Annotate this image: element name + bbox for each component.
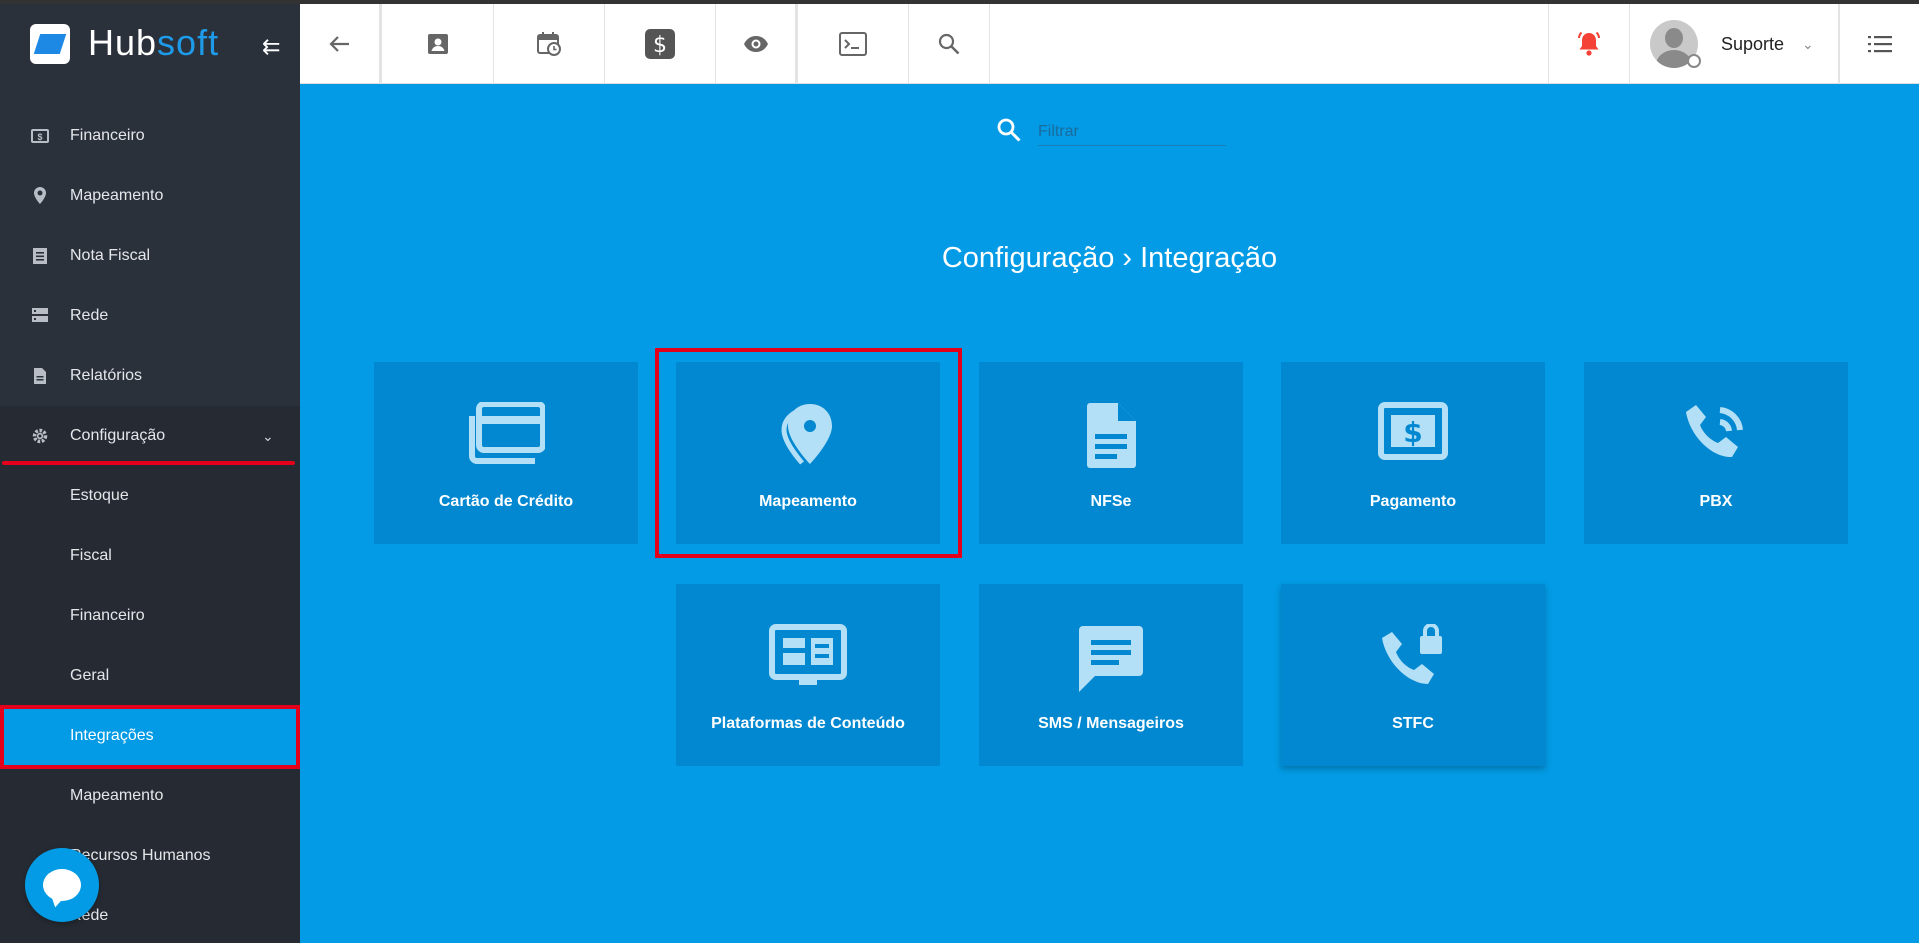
sidebar-subitem-geral[interactable]: Geral (0, 646, 300, 706)
tile-nfse[interactable]: NFSe (979, 362, 1243, 544)
calendar-button[interactable] (494, 4, 605, 84)
sidebar-item-label: Estoque (70, 487, 129, 504)
svg-text:$: $ (1403, 416, 1422, 449)
financial-button[interactable]: $ (605, 4, 716, 84)
money-icon: $ (30, 126, 50, 146)
sidebar-item-label: Fiscal (70, 547, 112, 564)
sidebar-subitem-estoque[interactable]: Estoque (0, 466, 300, 526)
sidebar-item-label: Financeiro (70, 127, 145, 144)
sidebar-item-relatorios[interactable]: Relatórios (0, 346, 300, 406)
money-bill-icon: $ (1281, 402, 1545, 460)
tile-cartao-de-credito[interactable]: Cartão de Crédito (374, 362, 638, 544)
search-icon (938, 33, 960, 55)
phone-call-icon (1584, 402, 1848, 468)
chat-widget-button[interactable] (25, 848, 99, 922)
tile-label: PBX (1699, 493, 1733, 510)
terminal-icon (839, 32, 867, 56)
contact-card-icon (426, 32, 450, 56)
collapse-sidebar-icon[interactable]: ⇇ (262, 34, 280, 60)
tile-sms-mensageiros[interactable]: SMS / Mensageiros (979, 584, 1243, 766)
chat-icon (43, 869, 81, 901)
sidebar-item-mapeamento[interactable]: Mapeamento (0, 166, 300, 226)
sidebar-item-rede[interactable]: Rede (0, 286, 300, 346)
tile-plataformas-de-conteudo[interactable]: Plataformas de Conteúdo (676, 584, 940, 766)
hubsoft-logo-icon[interactable] (30, 24, 70, 64)
menu-list-icon (1867, 34, 1892, 54)
brand-header: Hubsoft ⇇ (0, 4, 300, 82)
chevron-down-icon[interactable]: ⌄ (1802, 36, 1814, 53)
annotation-underline (2, 461, 295, 465)
tile-label: Cartão de Crédito (438, 493, 574, 510)
tile-stfc[interactable]: STFC (1281, 584, 1545, 766)
annotation-box-mapeamento (655, 348, 962, 558)
document-list-icon (30, 246, 50, 266)
svg-text:$: $ (653, 33, 667, 58)
view-button[interactable] (716, 4, 798, 84)
filter-search-icon (996, 117, 1022, 148)
tile-pagamento[interactable]: $ Pagamento (1281, 362, 1545, 544)
dashboard-screen-icon (676, 624, 940, 690)
bell-icon (1575, 30, 1603, 58)
phone-lock-icon (1281, 624, 1545, 690)
sidebar-item-label: Configuração (70, 427, 166, 444)
sidebar-item-nota-fiscal[interactable]: Nota Fiscal (0, 226, 300, 286)
sidebar-item-label: Relatórios (70, 367, 143, 384)
contacts-button[interactable] (382, 4, 494, 84)
dollar-icon: $ (645, 29, 675, 59)
filter-input[interactable] (1038, 118, 1226, 146)
message-icon (979, 624, 1243, 694)
sidebar-subitem-mapeamento[interactable]: Mapeamento (0, 766, 300, 826)
sidebar-subitem-financeiro[interactable]: Financeiro (0, 586, 300, 646)
tile-label: Pagamento (1369, 493, 1457, 510)
search-button[interactable] (909, 4, 990, 84)
sidebar-item-label: Nota Fiscal (70, 247, 151, 264)
credit-card-icon (374, 402, 638, 466)
sidebar-item-label: Mapeamento (70, 187, 164, 204)
document-icon (979, 402, 1243, 470)
brand-name-part-2: soft (157, 22, 220, 63)
tile-pbx[interactable]: PBX (1584, 362, 1848, 544)
main-menu-button[interactable] (1839, 4, 1919, 84)
map-pin-icon (30, 186, 50, 206)
tile-label: NFSe (1090, 493, 1132, 510)
tile-label: STFC (1392, 715, 1434, 732)
sidebar-subitem-fiscal[interactable]: Fiscal (0, 526, 300, 586)
calendar-clock-icon (536, 31, 562, 57)
sidebar-item-financeiro[interactable]: $ Financeiro (0, 106, 300, 166)
svg-text:$: $ (37, 132, 42, 142)
sidebar-item-label: Geral (70, 667, 110, 684)
terminal-button[interactable] (798, 4, 909, 84)
brand-name[interactable]: Hubsoft (88, 22, 219, 64)
brand-name-part-1: Hub (88, 22, 158, 63)
chevron-down-icon: ⌄ (262, 427, 274, 444)
sidebar-item-label: Mapeamento (70, 787, 164, 804)
back-button[interactable] (300, 4, 382, 84)
back-arrow-icon (328, 35, 351, 53)
page-title: Configuração › Integração (941, 242, 1278, 274)
alerts-button[interactable] (1548, 4, 1630, 84)
gear-icon (30, 426, 50, 446)
sidebar-item-label: Financeiro (70, 607, 145, 624)
sidebar-item-label: Rede (70, 307, 109, 324)
annotation-box-integracoes (0, 705, 300, 769)
tile-label: Plataformas de Conteúdo (711, 715, 905, 732)
sidebar-item-configuracao[interactable]: Configuração ⌄ (0, 406, 300, 466)
report-icon (30, 366, 50, 386)
eye-icon (743, 35, 769, 53)
sidebar: Hubsoft ⇇ $ Financeiro Mapeamento Nota F… (0, 0, 300, 943)
window-top-border (0, 0, 1919, 4)
tile-label: SMS / Mensageiros (1038, 715, 1184, 732)
user-name[interactable]: Suporte (1721, 34, 1784, 55)
user-status-icon (1687, 54, 1701, 68)
network-icon (30, 306, 50, 326)
